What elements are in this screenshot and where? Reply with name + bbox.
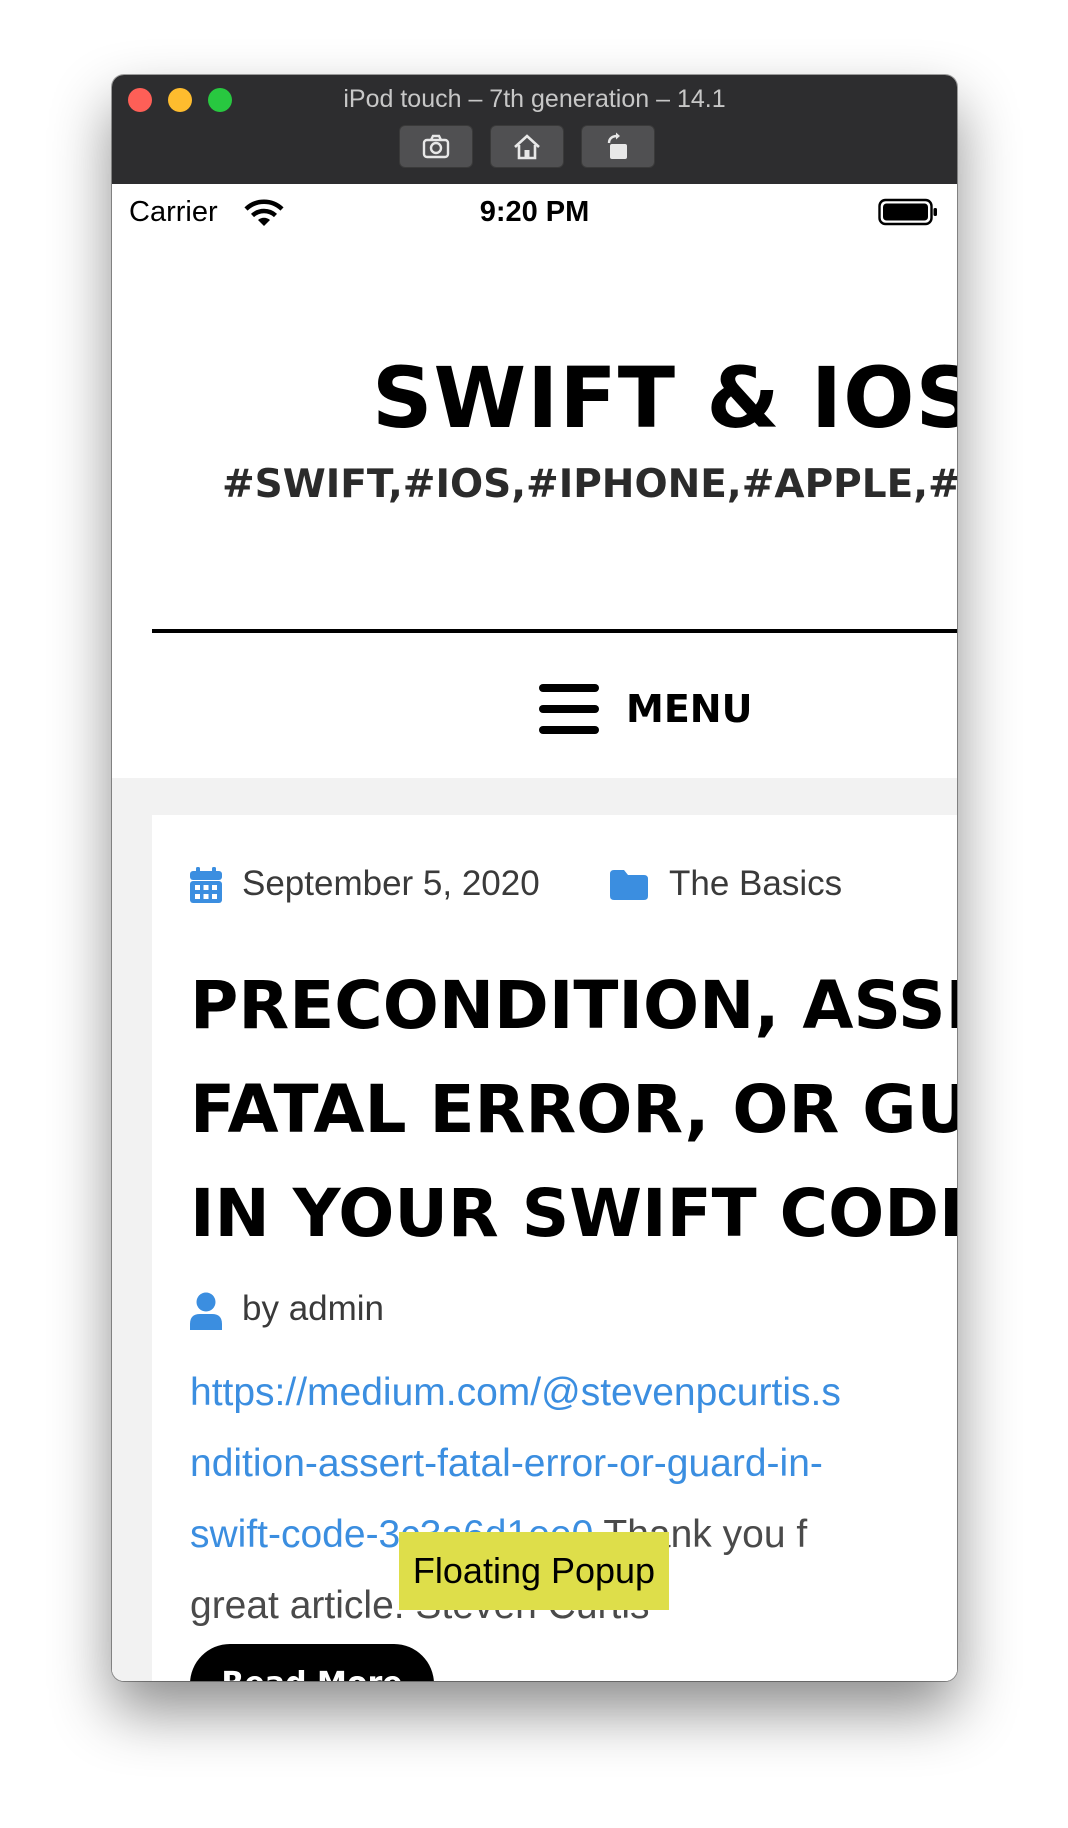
hamburger-icon xyxy=(539,684,599,734)
post-category[interactable]: The Basics xyxy=(669,864,842,904)
floating-popup[interactable]: Floating Popup xyxy=(399,1532,669,1610)
battery-icon xyxy=(878,198,937,226)
rotate-icon xyxy=(607,132,627,159)
window-title: iPod touch – 7th generation – 14.1 xyxy=(343,85,726,113)
rotate-button[interactable] xyxy=(581,125,655,168)
device-screen: Carrier 9:20 PM SWIFT & IOS #SWIFT,#IOS,… xyxy=(112,184,957,1681)
post-title-line: FATAL ERROR, OR GU/ xyxy=(190,1071,957,1148)
simulator-window: iPod touch – 7th generation – 14.1 Carri… xyxy=(112,75,957,1681)
post-title[interactable]: PRECONDITION, ASSE FATAL ERROR, OR GU/ I… xyxy=(190,954,957,1266)
home-button[interactable] xyxy=(490,125,564,168)
status-time: 9:20 PM xyxy=(479,196,590,228)
article-link-text: swift-code xyxy=(190,1513,366,1556)
site-title[interactable]: SWIFT & IOS xyxy=(372,349,957,447)
menu-toggle-button[interactable]: MENU xyxy=(539,679,752,739)
screenshot-button[interactable] xyxy=(399,125,473,168)
post-title-line: IN YOUR SWIFT CODE xyxy=(190,1175,957,1252)
post-title-line: PRECONDITION, ASSE xyxy=(190,967,957,1044)
site-tagline: #SWIFT,#IOS,#IPHONE,#APPLE,#: xyxy=(222,462,957,507)
read-more-button[interactable]: Read More xyxy=(190,1644,434,1681)
post-author[interactable]: by admin xyxy=(242,1289,384,1329)
simulator-titlebar: iPod touch – 7th generation – 14.1 xyxy=(112,75,957,185)
header-divider xyxy=(152,629,957,633)
user-icon xyxy=(190,1292,222,1330)
home-icon xyxy=(514,133,540,159)
post-date[interactable]: September 5, 2020 xyxy=(242,864,540,904)
menu-label: MENU xyxy=(626,687,753,731)
article-link[interactable]: ndition-assert-fatal-error-or-guard-in- xyxy=(190,1442,823,1485)
article-link[interactable]: https://medium.com/@stevenpcurtis.s xyxy=(190,1371,841,1414)
camera-icon xyxy=(422,134,450,158)
status-bar: Carrier 9:20 PM xyxy=(112,184,957,240)
folder-icon xyxy=(610,870,648,900)
calendar-icon xyxy=(190,867,222,903)
